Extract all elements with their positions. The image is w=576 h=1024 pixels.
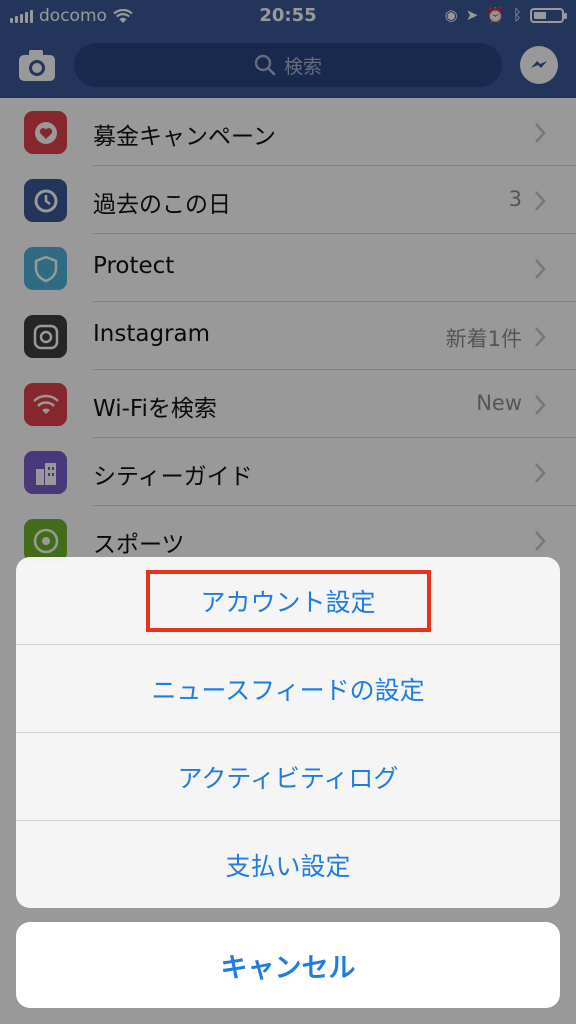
account-settings-option[interactable]: アカウント設定 — [16, 557, 560, 645]
news-feed-settings-option[interactable]: ニュースフィードの設定 — [16, 645, 560, 733]
payment-settings-option[interactable]: 支払い設定 — [16, 821, 560, 908]
cancel-button[interactable]: キャンセル — [16, 922, 560, 1008]
activity-log-option[interactable]: アクティビティログ — [16, 733, 560, 821]
action-sheet: アカウント設定 ニュースフィードの設定 アクティビティログ 支払い設定 — [16, 557, 560, 908]
